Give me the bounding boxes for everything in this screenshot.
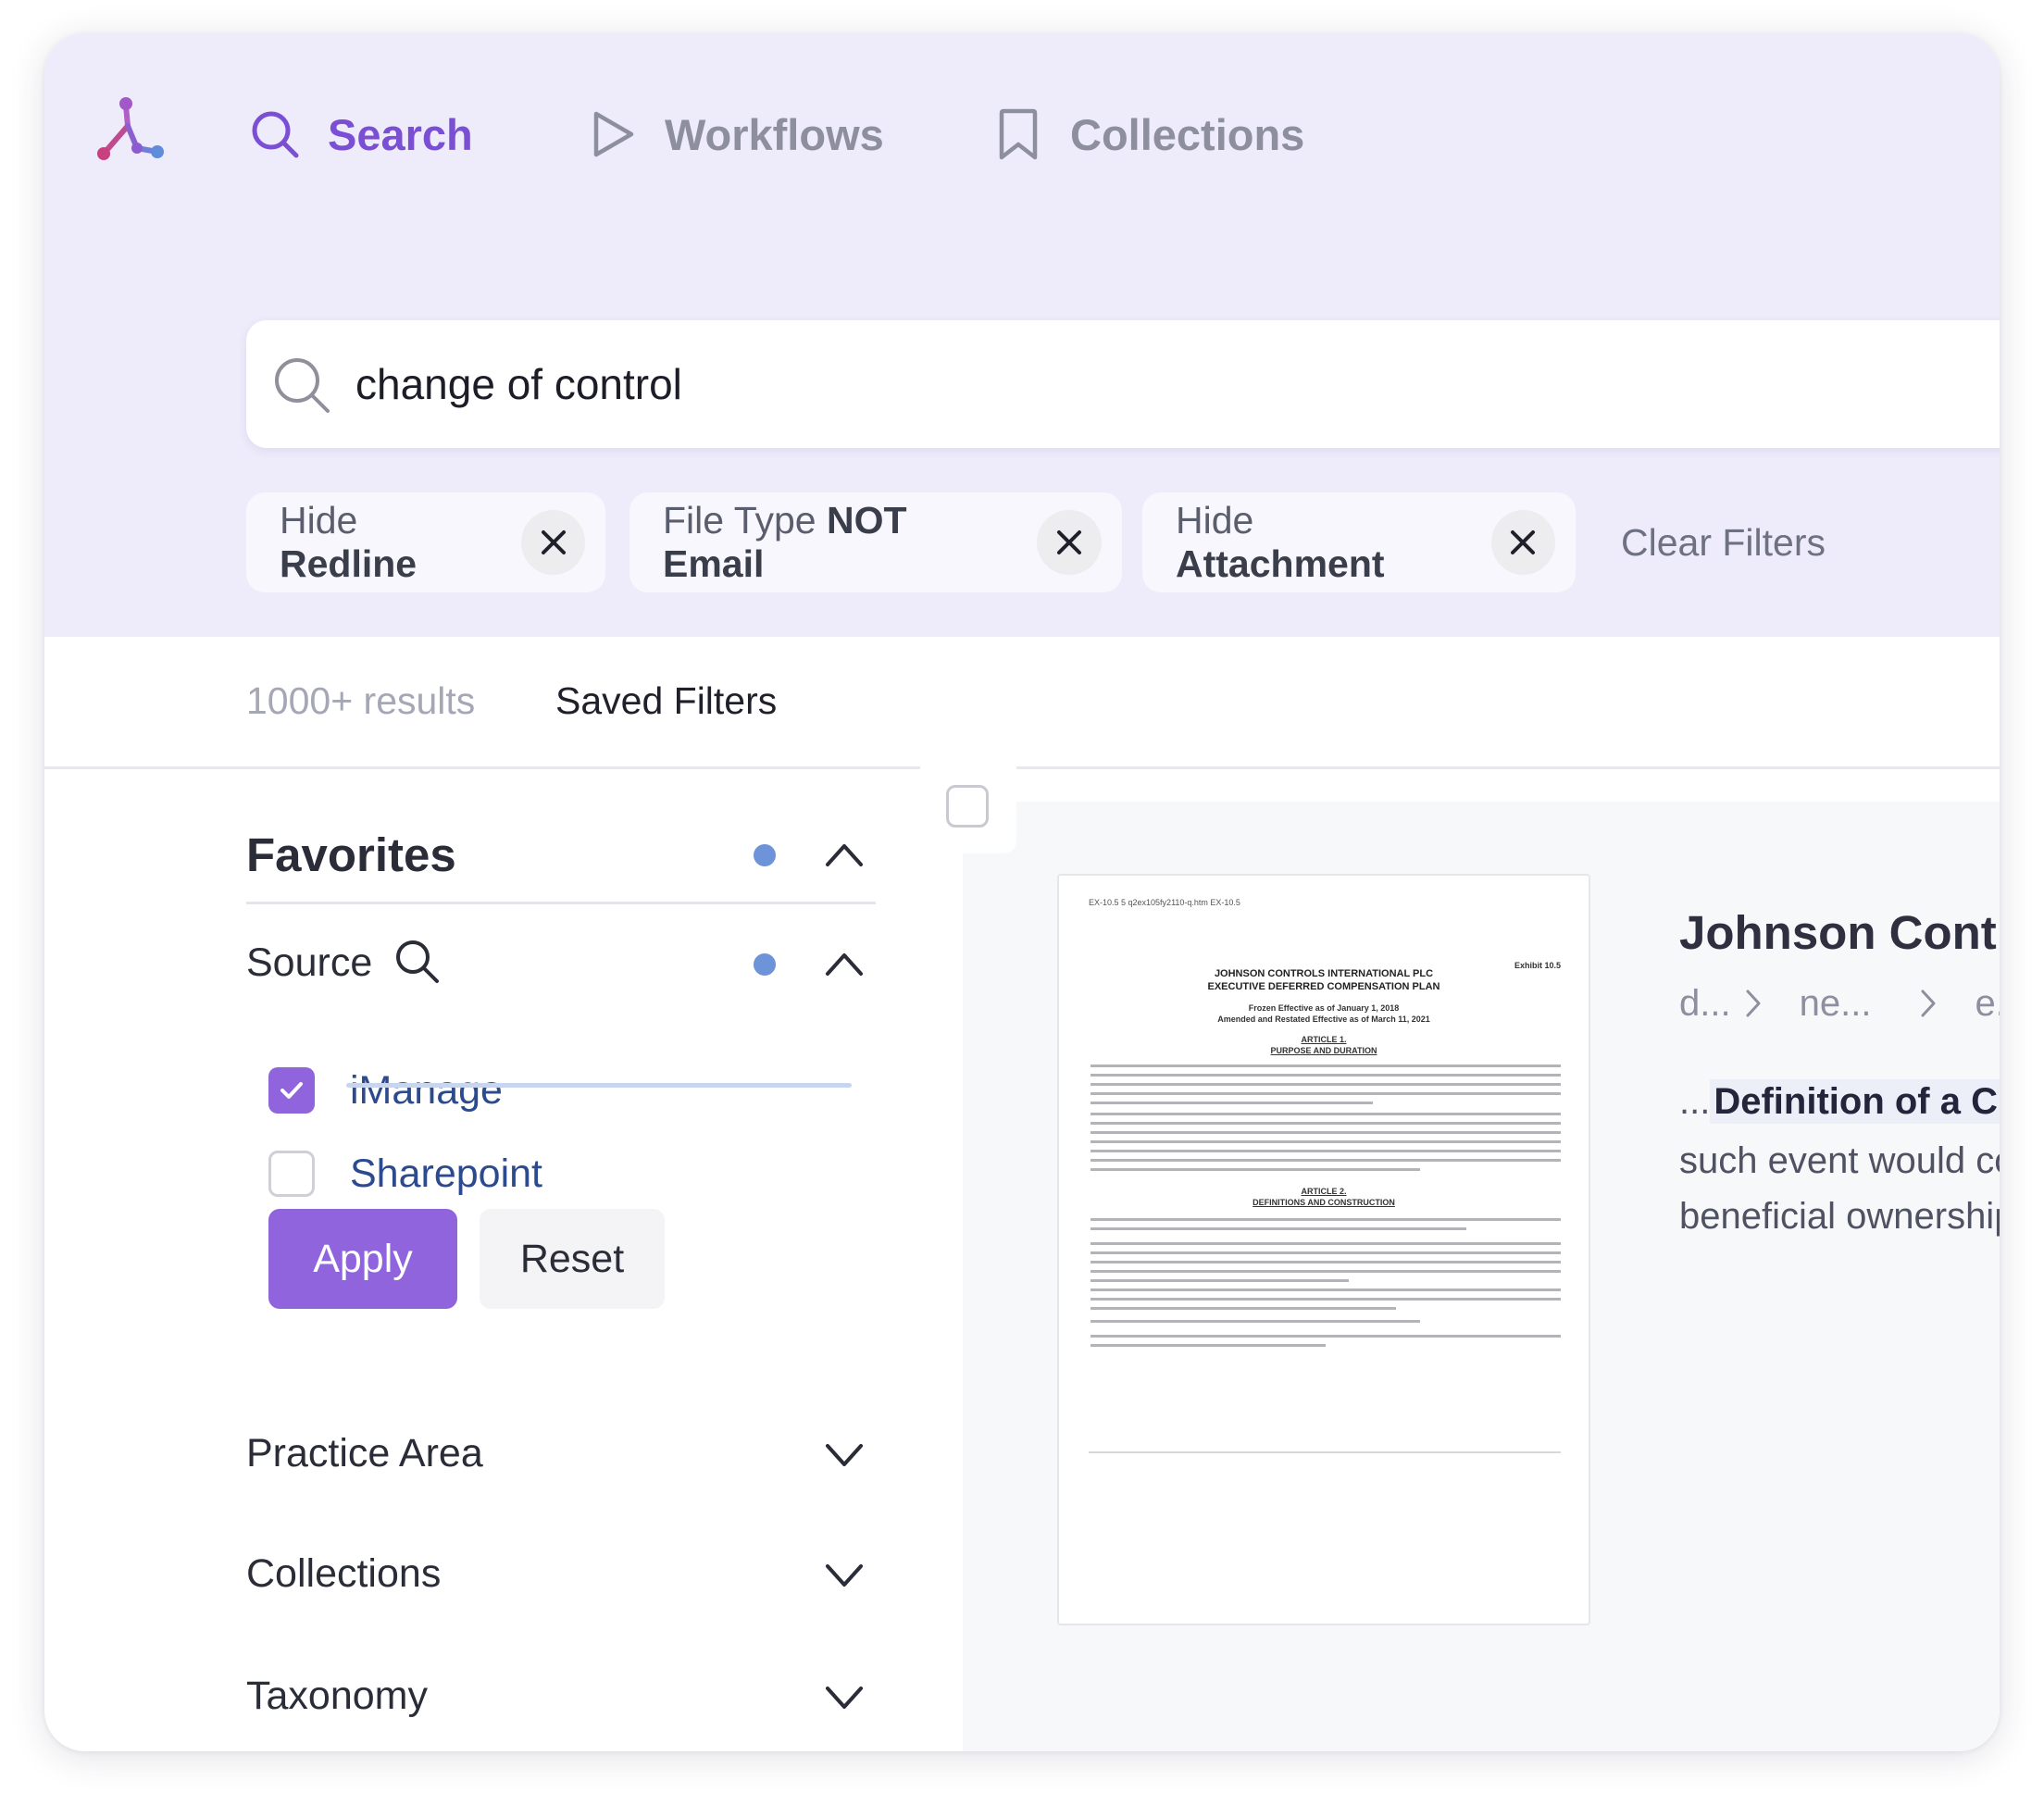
breadcrumb-item[interactable]: e.: [1975, 983, 2000, 1025]
chevron-down-icon[interactable]: [824, 1562, 865, 1590]
thumbnail-subtitle: Frozen Effective as of January 1, 2018: [1248, 1003, 1400, 1013]
section-practice-area[interactable]: Practice Area: [246, 1431, 483, 1476]
select-all-container: [920, 765, 1016, 853]
chip-label: Hide Redline: [280, 499, 418, 585]
favorites-title: Favorites: [246, 828, 456, 881]
thumbnail-title: EXECUTIVE DEFERRED COMPENSATION PLAN: [1207, 981, 1440, 992]
thumbnail-article: PURPOSE AND DURATION: [1270, 1046, 1377, 1055]
nav-tab-workflows[interactable]: Workflows: [589, 106, 884, 163]
chevron-up-icon[interactable]: [824, 950, 865, 977]
thumbnail-subtitle: Amended and Restated Effective as of Mar…: [1217, 1015, 1430, 1024]
result-snippet-line: beneficial ownership (w: [1679, 1196, 2000, 1237]
section-collections[interactable]: Collections: [246, 1551, 441, 1597]
close-icon: [1057, 530, 1082, 554]
close-icon: [541, 530, 566, 554]
option-label: iManage: [350, 1067, 503, 1113]
thumbnail-title: JOHNSON CONTROLS INTERNATIONAL PLC: [1214, 968, 1434, 979]
option-underline: [346, 1083, 852, 1088]
thumbnail-text-block: [1091, 1335, 1561, 1353]
thumbnail-text-block: [1091, 1113, 1561, 1177]
chevron-down-icon[interactable]: [824, 1442, 865, 1470]
search-input[interactable]: [355, 352, 1837, 417]
chip-label: File Type NOT Email: [663, 499, 907, 585]
thumbnail-text-block: [1091, 1242, 1561, 1288]
document-thumbnail[interactable]: EX-10.5 5 q2ex105fy2110-q.htm EX-10.5 Ex…: [1057, 874, 1590, 1625]
option-label: Sharepoint: [350, 1151, 542, 1196]
remove-filter-button[interactable]: [1037, 510, 1102, 575]
chip-label: Hide Attachment: [1176, 499, 1385, 585]
header-region: Search Workflows Collections Hide Redlin…: [44, 33, 2000, 637]
active-indicator-dot: [754, 953, 776, 976]
thumbnail-article: ARTICLE 2.: [1301, 1187, 1347, 1196]
search-icon: [275, 358, 330, 413]
chevron-right-icon: [1921, 990, 1936, 1017]
checkbox-unchecked[interactable]: [268, 1151, 315, 1197]
filter-chip-hide-redline: Hide Redline: [246, 492, 605, 592]
clear-filters-button[interactable]: Clear Filters: [1621, 515, 1826, 570]
close-icon: [1511, 530, 1536, 554]
search-icon[interactable]: [394, 939, 441, 985]
section-taxonomy[interactable]: Taxonomy: [246, 1674, 428, 1719]
result-snippet-line: such event would cons: [1679, 1140, 2000, 1181]
nav-tab-collections[interactable]: Collections: [994, 106, 1304, 163]
check-icon: [280, 1082, 303, 1099]
active-indicator-dot: [754, 844, 776, 866]
app-window: Search Workflows Collections Hide Redlin…: [44, 33, 2000, 1751]
nav-tab-label: Search: [328, 109, 473, 159]
chevron-right-icon: [1746, 990, 1761, 1017]
bookmark-icon: [999, 108, 1038, 160]
thumbnail-text-block: [1091, 1288, 1561, 1316]
apply-button[interactable]: Apply: [268, 1209, 457, 1309]
nav-tab-search[interactable]: Search: [250, 106, 473, 163]
search-bar: [246, 320, 2000, 448]
remove-filter-button[interactable]: [1490, 510, 1555, 575]
app-logo-icon[interactable]: [91, 94, 167, 167]
play-icon: [593, 111, 634, 157]
breadcrumb-item[interactable]: d...: [1679, 983, 1731, 1025]
nav-tab-label: Collections: [1070, 109, 1305, 159]
chevron-up-icon[interactable]: [824, 840, 865, 868]
breadcrumb-item[interactable]: ne...: [1800, 983, 1872, 1025]
thumbnail-header: EX-10.5 5 q2ex105fy2110-q.htm EX-10.5: [1089, 898, 1240, 907]
select-all-checkbox[interactable]: [946, 785, 989, 828]
source-option-imanage[interactable]: iManage: [268, 1063, 503, 1118]
results-count: 1000+ results: [246, 679, 476, 722]
snippet-highlight: Definition of a Chang: [1710, 1079, 2000, 1124]
thumbnail-text-block: [1091, 1064, 1561, 1111]
thumbnail-text-block: [1091, 1218, 1561, 1237]
result-snippet: ...Definition of a Chang: [1679, 1079, 2000, 1124]
saved-filters-button[interactable]: Saved Filters: [555, 679, 777, 723]
search-icon: [252, 111, 299, 158]
thumbnail-rule: [1089, 1451, 1561, 1453]
reset-button[interactable]: Reset: [480, 1209, 665, 1309]
thumbnail-article: DEFINITIONS AND CONSTRUCTION: [1253, 1198, 1395, 1207]
filter-chip-hide-attachment: Hide Attachment: [1142, 492, 1576, 592]
remove-filter-button[interactable]: [521, 510, 585, 575]
section-divider: [246, 902, 876, 904]
filter-chip-file-type: File Type NOT Email: [629, 492, 1122, 592]
thumbnail-text-block: [1091, 1320, 1561, 1329]
breadcrumb: d... ne... e.: [1679, 976, 2000, 1031]
nav-tab-label: Workflows: [665, 109, 884, 159]
divider: [44, 766, 920, 769]
checkbox-checked[interactable]: [268, 1067, 315, 1114]
divider: [1016, 766, 2000, 769]
source-option-sharepoint[interactable]: Sharepoint: [268, 1146, 542, 1201]
result-title[interactable]: Johnson Controls: [1679, 905, 2000, 960]
source-title: Source: [246, 940, 373, 985]
thumbnail-article: ARTICLE 1.: [1301, 1035, 1347, 1044]
chevron-down-icon[interactable]: [824, 1685, 865, 1712]
